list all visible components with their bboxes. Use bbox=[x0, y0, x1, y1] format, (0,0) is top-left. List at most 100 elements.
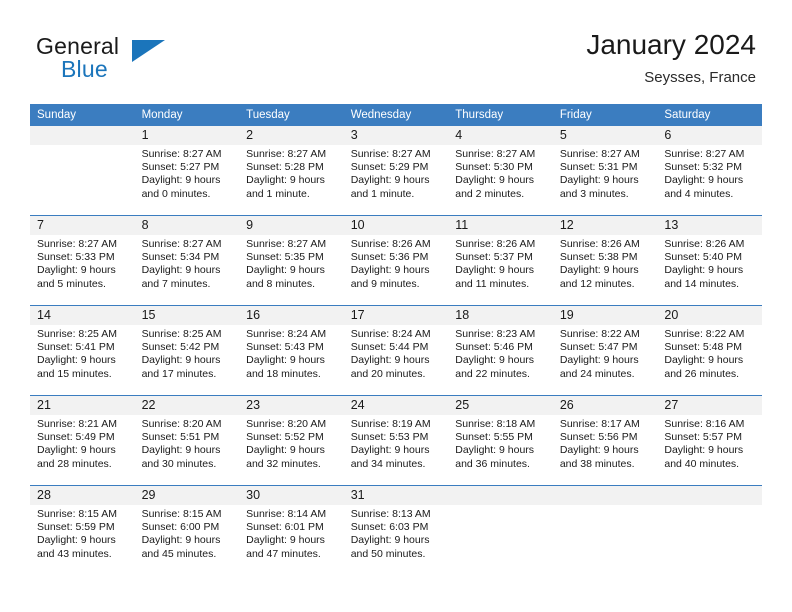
calendar-day-cell[interactable]: 1 Sunrise: 8:27 AM Sunset: 5:27 PM Daylight… bbox=[134, 126, 240, 216]
day-details: Sunrise: 8:20 AM Sunset: 5:51 PM Daylight:… bbox=[135, 415, 240, 471]
day-cell-inner: 23 Sunrise: 8:20 AM Sunset: 5:52 PM Dayligh… bbox=[239, 396, 344, 485]
sunset-time: Sunset: 5:43 PM bbox=[246, 341, 324, 354]
day-details: Sunrise: 8:27 AM Sunset: 5:31 PM Daylight:… bbox=[553, 145, 658, 201]
calendar-day-cell[interactable]: 31 Sunrise: 8:13 AM Sunset: 6:03 PM Dayligh… bbox=[343, 485, 449, 575]
calendar-day-cell[interactable]: 15 Sunrise: 8:25 AM Sunset: 5:42 PM Dayligh… bbox=[134, 305, 240, 396]
calendar-day-cell[interactable]: 21 Sunrise: 8:21 AM Sunset: 5:49 PM Dayligh… bbox=[30, 395, 135, 486]
day-number: 26 bbox=[552, 396, 658, 415]
calendar-page: General Blue January 2024 Seysses, Franc… bbox=[0, 0, 792, 612]
sunset-time: Sunset: 5:40 PM bbox=[664, 251, 743, 264]
calendar-week-row: 28 Sunrise: 8:15 AM Sunset: 5:59 PM Dayligh… bbox=[30, 485, 762, 575]
weekday-header-wednesday: Wednesday bbox=[343, 104, 449, 126]
day-number: 31 bbox=[343, 486, 449, 505]
day-number bbox=[552, 486, 658, 505]
calendar-day-cell[interactable]: 29 Sunrise: 8:15 AM Sunset: 6:00 PM Dayligh… bbox=[134, 485, 240, 575]
day-number: 27 bbox=[657, 396, 762, 415]
calendar-day-cell[interactable]: 5 Sunrise: 8:27 AM Sunset: 5:31 PM Daylight… bbox=[552, 126, 658, 216]
calendar-day-cell[interactable]: 22 Sunrise: 8:20 AM Sunset: 5:51 PM Dayligh… bbox=[134, 395, 240, 486]
calendar-day-cell[interactable]: 24 Sunrise: 8:19 AM Sunset: 5:53 PM Dayligh… bbox=[343, 395, 449, 486]
sunrise-time: Sunrise: 8:13 AM bbox=[350, 508, 431, 520]
day-details: Sunrise: 8:20 AM Sunset: 5:52 PM Daylight:… bbox=[239, 415, 344, 471]
sunset-time: Sunset: 5:37 PM bbox=[455, 251, 533, 264]
sunset-time: Sunset: 5:59 PM bbox=[37, 521, 115, 534]
day-cell-inner: 21 Sunrise: 8:21 AM Sunset: 5:49 PM Dayligh… bbox=[30, 396, 135, 485]
calendar-day-cell[interactable]: 2 Sunrise: 8:27 AM Sunset: 5:28 PM Daylight… bbox=[239, 126, 344, 216]
sunset-time: Sunset: 5:57 PM bbox=[664, 431, 743, 444]
day-details: Sunrise: 8:26 AM Sunset: 5:40 PM Daylight:… bbox=[657, 235, 762, 291]
calendar-day-cell[interactable]: 8 Sunrise: 8:27 AM Sunset: 5:34 PM Daylight… bbox=[134, 215, 240, 306]
sunset-time: Sunset: 5:33 PM bbox=[37, 251, 115, 264]
day-cell-inner bbox=[552, 486, 658, 575]
daylight-duration-line-1: Daylight: 9 hours bbox=[664, 174, 744, 187]
day-cell-inner: 5 Sunrise: 8:27 AM Sunset: 5:31 PM Daylight… bbox=[552, 126, 658, 215]
day-number: 29 bbox=[134, 486, 240, 505]
calendar-day-cell[interactable]: 3 Sunrise: 8:27 AM Sunset: 5:29 PM Daylight… bbox=[343, 126, 449, 216]
calendar-day-cell[interactable]: 30 Sunrise: 8:14 AM Sunset: 6:01 PM Dayligh… bbox=[239, 485, 344, 575]
calendar-day-cell[interactable]: 4 Sunrise: 8:27 AM Sunset: 5:30 PM Daylight… bbox=[448, 126, 553, 216]
calendar-day-cell[interactable]: 12 Sunrise: 8:26 AM Sunset: 5:38 PM Dayligh… bbox=[552, 215, 658, 306]
weekday-header-monday: Monday bbox=[134, 104, 240, 126]
brand-logo[interactable]: General Blue bbox=[36, 33, 206, 89]
calendar-day-cell[interactable]: 25 Sunrise: 8:18 AM Sunset: 5:55 PM Dayligh… bbox=[448, 395, 553, 486]
sunrise-time: Sunrise: 8:27 AM bbox=[350, 148, 431, 160]
sunrise-time: Sunrise: 8:25 AM bbox=[37, 328, 117, 340]
page-header: General Blue January 2024 Seysses, Franc… bbox=[0, 0, 792, 104]
day-number: 15 bbox=[134, 306, 240, 325]
day-details: Sunrise: 8:16 AM Sunset: 5:57 PM Daylight:… bbox=[657, 415, 762, 471]
sunrise-time: Sunrise: 8:27 AM bbox=[455, 148, 536, 160]
daylight-duration-line-1: Daylight: 9 hours bbox=[141, 174, 221, 187]
daylight-duration-line-2: and 1 minute. bbox=[350, 187, 415, 200]
day-cell-inner: 30 Sunrise: 8:14 AM Sunset: 6:01 PM Dayligh… bbox=[239, 486, 344, 575]
daylight-duration-line-2: and 3 minutes. bbox=[559, 187, 629, 200]
daylight-duration-line-2: and 34 minutes. bbox=[350, 457, 426, 470]
sunset-time: Sunset: 5:31 PM bbox=[559, 161, 638, 174]
daylight-duration-line-1: Daylight: 9 hours bbox=[455, 174, 535, 187]
sunset-time: Sunset: 6:00 PM bbox=[141, 521, 220, 534]
sunset-time: Sunset: 5:32 PM bbox=[664, 161, 743, 174]
calendar-day-cell[interactable]: 7 Sunrise: 8:27 AM Sunset: 5:33 PM Daylight… bbox=[30, 215, 135, 306]
weekday-header-friday: Friday bbox=[552, 104, 658, 126]
calendar-day-cell[interactable]: 9 Sunrise: 8:27 AM Sunset: 5:35 PM Daylight… bbox=[239, 215, 344, 306]
day-details: Sunrise: 8:26 AM Sunset: 5:36 PM Daylight:… bbox=[344, 235, 449, 291]
calendar-day-cell[interactable]: 11 Sunrise: 8:26 AM Sunset: 5:37 PM Dayligh… bbox=[448, 215, 553, 306]
day-number: 24 bbox=[343, 396, 449, 415]
daylight-duration-line-1: Daylight: 9 hours bbox=[246, 174, 325, 187]
day-number bbox=[448, 486, 553, 505]
calendar-day-cell-empty bbox=[657, 485, 762, 575]
sunset-time: Sunset: 5:28 PM bbox=[246, 161, 324, 174]
day-details: Sunrise: 8:27 AM Sunset: 5:28 PM Daylight:… bbox=[239, 145, 344, 201]
sunset-time: Sunset: 5:52 PM bbox=[246, 431, 324, 444]
day-details: Sunrise: 8:24 AM Sunset: 5:43 PM Daylight:… bbox=[239, 325, 344, 381]
sunset-time: Sunset: 5:36 PM bbox=[350, 251, 429, 264]
calendar-day-cell[interactable]: 20 Sunrise: 8:22 AM Sunset: 5:48 PM Dayligh… bbox=[657, 305, 762, 396]
calendar-day-cell[interactable]: 27 Sunrise: 8:16 AM Sunset: 5:57 PM Dayligh… bbox=[657, 395, 762, 486]
calendar-day-cell-empty bbox=[552, 485, 658, 575]
sunrise-time: Sunrise: 8:19 AM bbox=[350, 418, 431, 430]
day-cell-inner: 14 Sunrise: 8:25 AM Sunset: 5:41 PM Dayligh… bbox=[30, 306, 135, 395]
day-number: 12 bbox=[552, 216, 658, 235]
daylight-duration-line-2: and 36 minutes. bbox=[455, 457, 530, 470]
calendar-day-cell[interactable]: 28 Sunrise: 8:15 AM Sunset: 5:59 PM Dayligh… bbox=[30, 485, 135, 575]
sunset-time: Sunset: 5:49 PM bbox=[37, 431, 115, 444]
calendar-day-cell[interactable]: 6 Sunrise: 8:27 AM Sunset: 5:32 PM Daylight… bbox=[657, 126, 762, 216]
calendar-day-cell[interactable]: 16 Sunrise: 8:24 AM Sunset: 5:43 PM Dayligh… bbox=[239, 305, 344, 396]
calendar-day-cell[interactable]: 13 Sunrise: 8:26 AM Sunset: 5:40 PM Dayligh… bbox=[657, 215, 762, 306]
daylight-duration-line-1: Daylight: 9 hours bbox=[664, 444, 744, 457]
calendar-day-cell[interactable]: 10 Sunrise: 8:26 AM Sunset: 5:36 PM Dayligh… bbox=[343, 215, 449, 306]
calendar-day-cell[interactable]: 14 Sunrise: 8:25 AM Sunset: 5:41 PM Dayligh… bbox=[30, 305, 135, 396]
calendar-day-cell[interactable]: 17 Sunrise: 8:24 AM Sunset: 5:44 PM Dayligh… bbox=[343, 305, 449, 396]
calendar-day-cell[interactable]: 19 Sunrise: 8:22 AM Sunset: 5:47 PM Dayligh… bbox=[552, 305, 658, 396]
day-details: Sunrise: 8:25 AM Sunset: 5:42 PM Daylight:… bbox=[135, 325, 240, 381]
calendar-day-cell[interactable]: 26 Sunrise: 8:17 AM Sunset: 5:56 PM Dayligh… bbox=[552, 395, 658, 486]
day-number: 1 bbox=[134, 126, 240, 145]
calendar-week-row: 14 Sunrise: 8:25 AM Sunset: 5:41 PM Dayligh… bbox=[30, 305, 762, 396]
weekday-header-tuesday: Tuesday bbox=[239, 104, 344, 126]
calendar-day-cell[interactable]: 23 Sunrise: 8:20 AM Sunset: 5:52 PM Dayligh… bbox=[239, 395, 344, 486]
daylight-duration-line-2: and 26 minutes. bbox=[664, 367, 740, 380]
calendar-day-cell[interactable]: 18 Sunrise: 8:23 AM Sunset: 5:46 PM Dayligh… bbox=[448, 305, 553, 396]
calendar-week-row: 7 Sunrise: 8:27 AM Sunset: 5:33 PM Daylight… bbox=[30, 215, 762, 306]
day-number: 6 bbox=[657, 126, 762, 145]
day-details: Sunrise: 8:26 AM Sunset: 5:37 PM Daylight:… bbox=[448, 235, 553, 291]
day-number: 14 bbox=[30, 306, 135, 325]
day-number: 5 bbox=[552, 126, 658, 145]
